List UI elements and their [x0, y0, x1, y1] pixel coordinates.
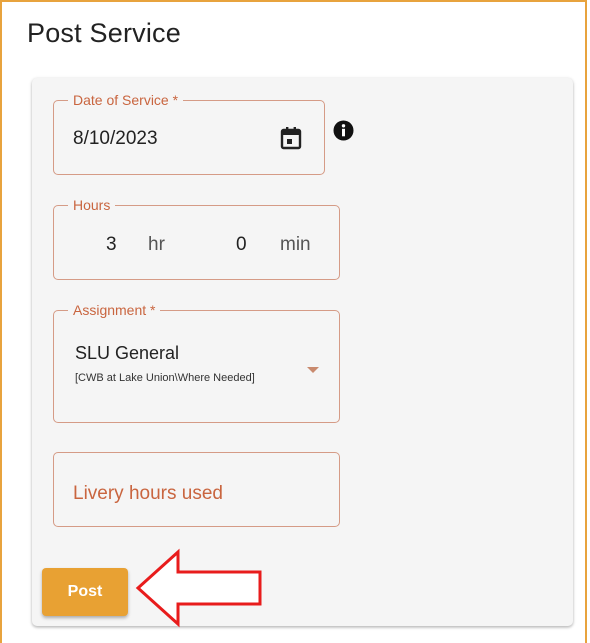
hours-field[interactable]: Hours 3 hr 0 min	[53, 197, 340, 280]
assignment-selected-value: SLU General	[75, 343, 180, 363]
livery-hours-placeholder: Livery hours used	[73, 483, 223, 504]
date-of-service-value: 8/10/2023	[73, 128, 158, 149]
assignment-label: Assignment *	[68, 302, 161, 318]
hours-unit: hr	[148, 234, 165, 255]
page-title: Post Service	[27, 18, 181, 48]
chevron-down-icon[interactable]	[307, 367, 319, 373]
annotation-arrow-icon	[135, 548, 262, 628]
date-of-service-label: Date of Service *	[68, 92, 184, 108]
minutes-value[interactable]: 0	[236, 234, 247, 256]
date-of-service-field[interactable]: Date of Service * 8/10/2023	[53, 92, 325, 175]
post-button[interactable]: Post	[42, 568, 128, 616]
livery-hours-input[interactable]: Livery hours used	[53, 452, 340, 527]
info-icon[interactable]	[333, 120, 354, 146]
assignment-select[interactable]: Assignment * SLU General [CWB at Lake Un…	[53, 302, 340, 423]
hours-label: Hours	[68, 197, 116, 213]
calendar-icon[interactable]	[280, 126, 302, 155]
minutes-unit: min	[280, 234, 311, 255]
hours-value[interactable]: 3	[106, 234, 117, 256]
assignment-selected-detail: [CWB at Lake Union\Where Needed]	[75, 372, 255, 384]
